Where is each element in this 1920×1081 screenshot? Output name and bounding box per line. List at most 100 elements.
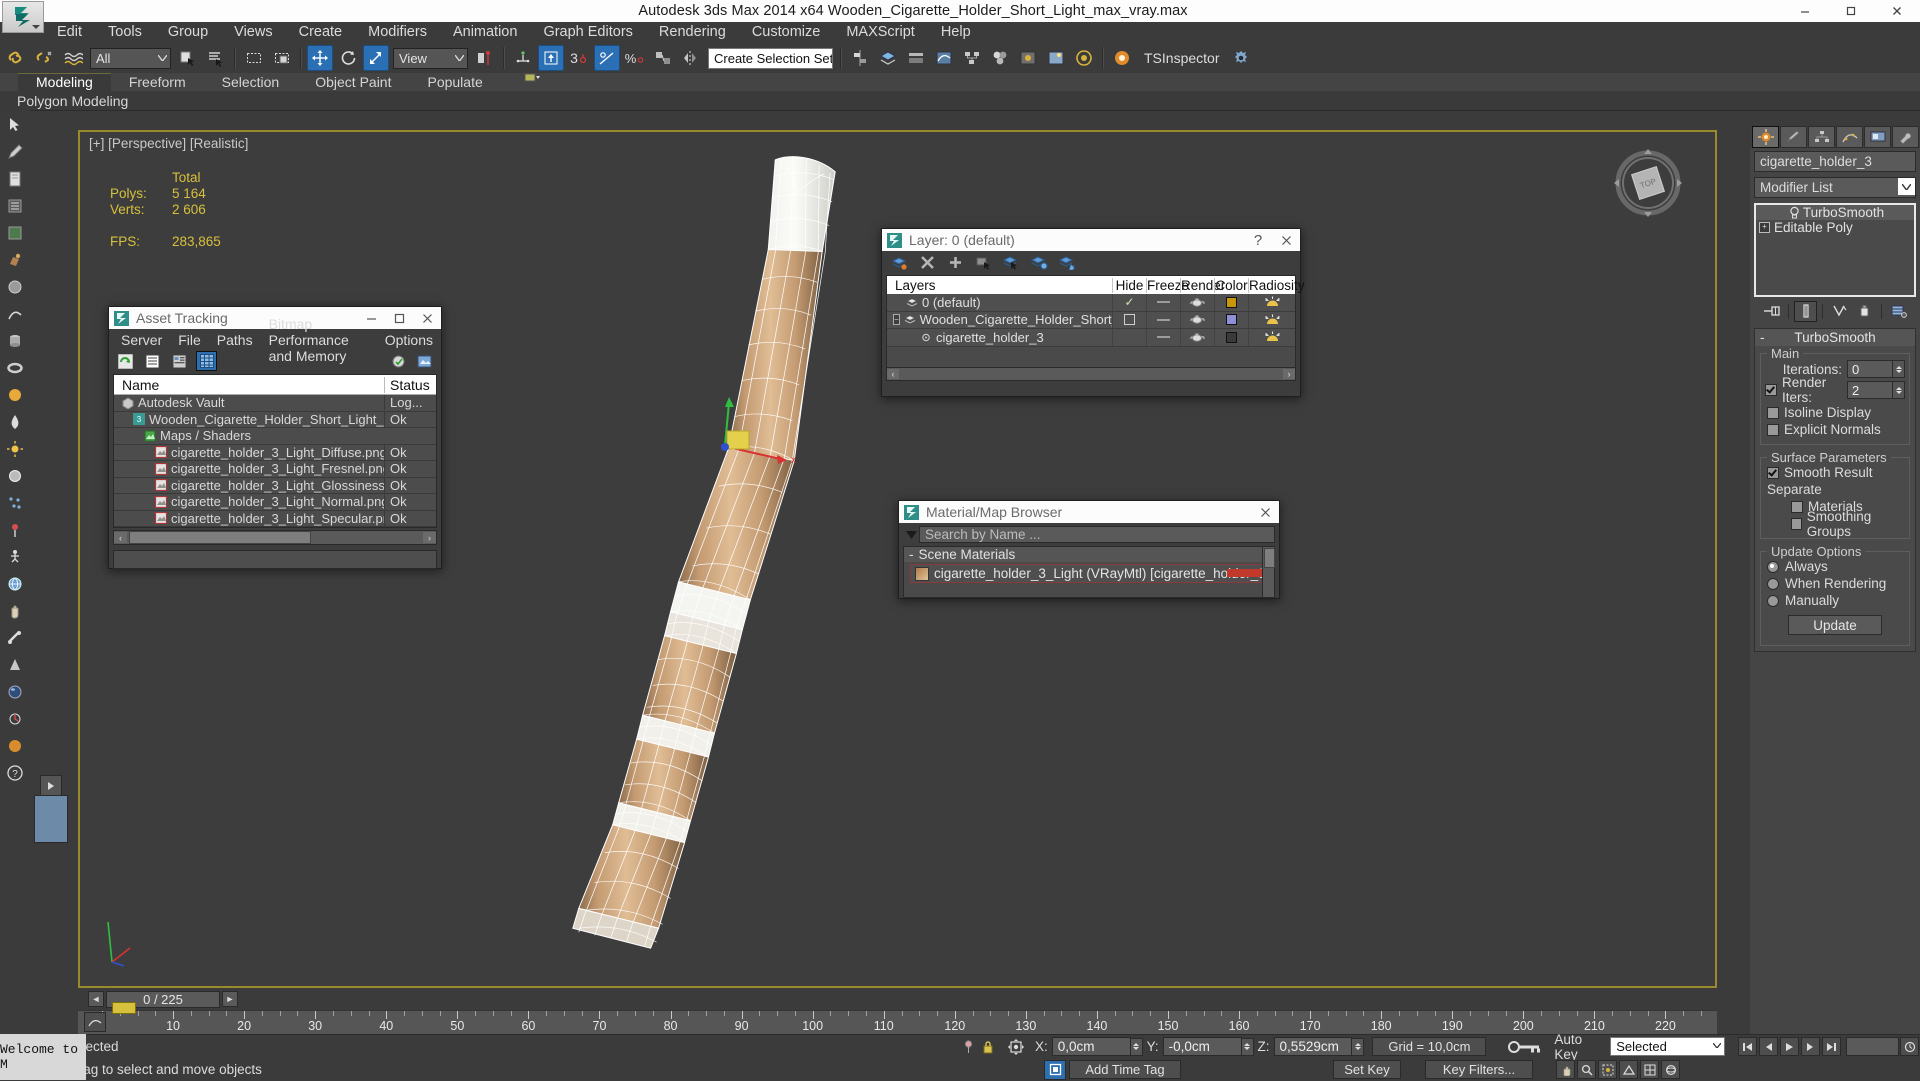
field-of-view-icon[interactable] xyxy=(1619,1060,1638,1079)
layer-scroll-left-icon[interactable]: ‹ xyxy=(887,369,899,379)
tab-modify[interactable] xyxy=(1780,126,1807,148)
configure-modifier-sets-icon[interactable] xyxy=(1887,301,1910,322)
render-setup-icon[interactable] xyxy=(1015,45,1041,71)
y-coord-input[interactable]: -0,0cm xyxy=(1162,1037,1242,1056)
asset-tool-a-icon[interactable] xyxy=(388,351,409,371)
tool-measure-icon[interactable] xyxy=(2,706,28,732)
sidebar-expand-button[interactable] xyxy=(40,775,62,797)
schematic-view-icon[interactable] xyxy=(959,45,985,71)
goto-start-icon[interactable] xyxy=(1738,1037,1758,1056)
modifier-stack[interactable]: TurboSmooth + Editable Poly xyxy=(1754,203,1916,297)
layer-color-cell[interactable] xyxy=(1214,329,1248,346)
zoom-view-icon[interactable] xyxy=(1577,1060,1596,1079)
tool-ball-icon[interactable] xyxy=(2,463,28,489)
tool-pen-icon[interactable] xyxy=(2,139,28,165)
tool-sun-icon[interactable] xyxy=(2,436,28,462)
modifier-stack-item-turbosmooth[interactable]: TurboSmooth xyxy=(1756,205,1914,220)
iterations-spinner[interactable] xyxy=(1893,360,1905,378)
menu-maxscript[interactable]: MAXScript xyxy=(833,22,928,43)
sidebar-preview-panel[interactable] xyxy=(34,795,68,843)
y-coord-spinner[interactable] xyxy=(1241,1037,1254,1056)
asset-menu-file[interactable]: File xyxy=(170,332,209,348)
next-frame-icon[interactable] xyxy=(1801,1037,1821,1056)
modifier-stack-item-editable-poly[interactable]: + Editable Poly xyxy=(1756,220,1914,235)
layer-table-row[interactable]: − Wooden_Cigarette_Holder_Short_Light xyxy=(887,311,1295,329)
group-collapse-icon[interactable]: - xyxy=(909,547,914,562)
open-mini-curve-editor-icon[interactable] xyxy=(84,1012,106,1032)
chevron-down-icon[interactable] xyxy=(1709,1038,1724,1053)
time-configuration-icon[interactable] xyxy=(1900,1037,1919,1056)
curve-editor-icon[interactable] xyxy=(931,45,957,71)
when-rendering-radio[interactable] xyxy=(1767,577,1779,590)
asset-menu-server[interactable]: Server xyxy=(113,332,170,348)
layer-manager-icon[interactable] xyxy=(875,45,901,71)
add-selection-to-layer-icon[interactable] xyxy=(1058,254,1077,272)
maximize-button[interactable] xyxy=(1828,0,1874,22)
modifier-list-dropdown[interactable]: Modifier List xyxy=(1754,177,1916,198)
menu-rendering[interactable]: Rendering xyxy=(646,22,739,43)
tool-arrow-icon[interactable] xyxy=(2,112,28,138)
ribbon-tab-object-paint[interactable]: Object Paint xyxy=(297,74,409,91)
rollout-collapse-icon[interactable]: - xyxy=(1760,330,1765,345)
tab-utilities[interactable] xyxy=(1892,126,1919,148)
material-editor-icon[interactable] xyxy=(987,45,1013,71)
tool-sphere-icon[interactable] xyxy=(2,274,28,300)
delete-layer-icon[interactable] xyxy=(918,254,937,272)
iterations-input[interactable]: 0 xyxy=(1847,360,1893,378)
window-crossing-toggle-icon[interactable] xyxy=(269,45,295,71)
layer-col-radiosity[interactable]: Radiosity xyxy=(1248,277,1305,293)
material-search-input[interactable]: Search by Name ... xyxy=(919,526,1275,543)
view-cube[interactable]: TOP xyxy=(1611,146,1685,220)
asset-table-row[interactable]: cigarette_holder_3_Light_Fresnel.png Ok xyxy=(114,461,436,478)
show-end-result-icon[interactable] xyxy=(1794,300,1817,322)
explicit-normals-row[interactable]: Explicit Normals xyxy=(1765,421,1905,438)
ribbon-tab-freeform[interactable]: Freeform xyxy=(111,74,204,91)
update-button[interactable]: Update xyxy=(1788,615,1882,635)
tool-particles-icon[interactable] xyxy=(2,490,28,516)
manually-radio[interactable] xyxy=(1767,594,1779,607)
layer-radiosity-cell[interactable] xyxy=(1248,294,1295,311)
tool-material-sphere-icon[interactable] xyxy=(2,679,28,705)
tool-grid-icon[interactable] xyxy=(2,220,28,246)
key-mode-selector[interactable]: Selected xyxy=(1610,1037,1726,1056)
layer-help-button[interactable]: ? xyxy=(1244,229,1272,251)
layer-radiosity-cell[interactable] xyxy=(1248,311,1295,328)
z-coord-input[interactable]: 0,5529cm xyxy=(1273,1037,1353,1056)
asset-tracking-maximize[interactable] xyxy=(385,307,413,329)
angle-snap-toggle-icon[interactable]: 3 xyxy=(566,45,592,71)
list-view-icon[interactable] xyxy=(142,351,163,371)
zoom-extents-icon[interactable] xyxy=(1598,1060,1617,1079)
asset-menu-paths[interactable]: Paths xyxy=(209,332,261,348)
pin-stack-icon[interactable] xyxy=(1760,301,1783,322)
layer-hide-cell[interactable] xyxy=(1112,329,1146,346)
select-object-icon[interactable] xyxy=(175,45,201,71)
layer-dialog[interactable]: Layer: 0 (default) ? Layers Hide Freeze … xyxy=(881,228,1305,397)
tool-help-icon[interactable]: ? xyxy=(2,760,28,786)
lock-selection-icon[interactable] xyxy=(975,1040,1001,1054)
rendered-frame-window-icon[interactable] xyxy=(1043,45,1069,71)
material-browser-body[interactable]: - Scene Materials cigarette_holder_3_Lig… xyxy=(903,546,1275,598)
layer-render-cell[interactable] xyxy=(1180,311,1214,328)
layer-color-cell[interactable] xyxy=(1214,294,1248,311)
layer-col-render[interactable]: Render xyxy=(1180,277,1225,293)
tab-display[interactable] xyxy=(1864,126,1891,148)
tsinspector-settings-icon[interactable] xyxy=(1228,45,1254,71)
asset-table-row[interactable]: cigarette_holder_3_Light_Diffuse.png Ok xyxy=(114,444,436,461)
manually-row[interactable]: Manually xyxy=(1765,592,1905,609)
asset-tracking-grid[interactable]: Name Status Autodesk Vault Log... 3 Wooden_… xyxy=(113,374,437,528)
tool-hand-icon[interactable] xyxy=(2,598,28,624)
tool-globe-icon[interactable] xyxy=(2,571,28,597)
layer-radiosity-cell[interactable] xyxy=(1248,329,1295,346)
smoothing-groups-row[interactable]: Smoothing Groups xyxy=(1765,509,1905,539)
always-radio[interactable] xyxy=(1767,560,1779,573)
when-rendering-row[interactable]: When Rendering xyxy=(1765,575,1905,592)
asset-table-row[interactable]: cigarette_holder_3_Light_Normal.png Ok xyxy=(114,494,436,511)
select-by-name-icon[interactable] xyxy=(203,45,229,71)
select-highlighted-objects-icon[interactable] xyxy=(1002,254,1021,272)
object-name-field[interactable]: cigarette_holder_3 xyxy=(1754,151,1916,172)
pan-view-icon[interactable] xyxy=(1556,1060,1575,1079)
scene-materials-group-header[interactable]: - Scene Materials xyxy=(904,547,1274,562)
hide-checkbox[interactable] xyxy=(1124,314,1135,326)
tool-circle-icon[interactable] xyxy=(2,382,28,408)
select-objects-in-layer-icon[interactable] xyxy=(974,254,993,272)
